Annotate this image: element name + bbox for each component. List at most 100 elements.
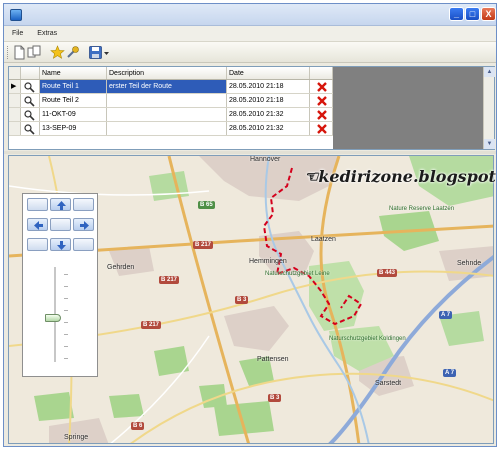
- place-label: Hannover: [250, 156, 281, 163]
- minimize-button[interactable]: _: [449, 7, 464, 21]
- row-date[interactable]: 28.05.2010 21:18: [227, 80, 310, 93]
- pan-right-button[interactable]: [73, 218, 94, 231]
- zoom-tick: [64, 346, 68, 347]
- road-label: B 65: [198, 201, 215, 209]
- map-nav-panel: [22, 193, 98, 377]
- row-description[interactable]: erster Teil der Route: [107, 80, 227, 93]
- road-label: B 217: [159, 276, 180, 284]
- arrow-up-icon: [57, 201, 66, 210]
- view-icon[interactable]: [21, 122, 40, 135]
- grid-scrollbar[interactable]: ▲ ▼: [483, 67, 495, 149]
- pan-down-button[interactable]: [50, 238, 71, 251]
- nav-corner-button[interactable]: [27, 198, 48, 211]
- watermark-logo-icon: ☜: [304, 167, 319, 186]
- place-label: Sarstedt: [375, 380, 402, 387]
- row-name[interactable]: Route Teil 2: [40, 94, 107, 107]
- header-marker: [9, 67, 21, 79]
- nav-corner-button[interactable]: [73, 198, 94, 211]
- table-row[interactable]: 11-OKT-09 28.05.2010 21:32: [9, 108, 333, 122]
- road-label: B 3: [235, 296, 249, 304]
- road-label: A 7: [443, 369, 457, 377]
- place-label: Sehnde: [457, 260, 482, 267]
- arrow-left-icon: [34, 221, 43, 230]
- nav-corner-button[interactable]: [27, 238, 48, 251]
- place-label: Naturschutzgebiet Leine: [265, 271, 330, 277]
- dropdown-arrow-icon[interactable]: [103, 45, 110, 60]
- table-row[interactable]: ▶ Route Teil 1 erster Teil der Route 28.…: [9, 80, 333, 94]
- row-name[interactable]: 11-OKT-09: [40, 108, 107, 121]
- save-icon[interactable]: [88, 45, 103, 60]
- header-icon: [21, 67, 40, 79]
- row-description[interactable]: [107, 108, 227, 121]
- header-date[interactable]: Date: [227, 67, 310, 79]
- grid-header: Name Description Date: [9, 67, 333, 80]
- place-label: Hemmingen: [249, 258, 287, 265]
- row-marker: [9, 108, 21, 121]
- road-label: B 443: [377, 269, 398, 277]
- road-label: B 217: [193, 241, 214, 249]
- place-label: Pattensen: [257, 356, 289, 363]
- app-window: _ □ X File Extras Name Description Date …: [3, 3, 497, 447]
- toolbar-grip[interactable]: [7, 46, 9, 59]
- zoom-tick: [64, 358, 68, 359]
- zoom-slider-thumb[interactable]: [45, 314, 61, 322]
- row-marker: [9, 122, 21, 135]
- road-label: B 3: [268, 394, 282, 402]
- row-date[interactable]: 28.05.2010 21:18: [227, 94, 310, 107]
- maximize-button[interactable]: □: [465, 7, 480, 21]
- row-name[interactable]: Route Teil 1: [40, 80, 107, 93]
- place-label: Nature Reserve Laatzen: [389, 206, 455, 212]
- star-icon[interactable]: [50, 45, 65, 60]
- pan-left-button[interactable]: [27, 218, 48, 231]
- zoom-tick: [64, 286, 68, 287]
- routes-grid-area: Name Description Date ▶ Route Teil 1 ers…: [8, 66, 495, 150]
- menu-extras[interactable]: Extras: [37, 30, 57, 37]
- table-row[interactable]: 13-SEP-09 28.05.2010 21:32: [9, 122, 333, 136]
- zoom-tick: [64, 334, 68, 335]
- arrow-down-icon: [57, 241, 66, 250]
- zoom-tick: [64, 322, 68, 323]
- place-label: Gehrden: [107, 264, 135, 271]
- row-description[interactable]: [107, 122, 227, 135]
- view-icon[interactable]: [21, 108, 40, 121]
- delete-icon[interactable]: [310, 122, 333, 135]
- delete-icon[interactable]: [310, 108, 333, 121]
- tools-icon[interactable]: [65, 45, 80, 60]
- watermark-text: ☜kedirizone.blogspot.com: [304, 167, 496, 186]
- menu-file[interactable]: File: [12, 30, 23, 37]
- place-label: Laatzen: [311, 236, 336, 243]
- header-name[interactable]: Name: [40, 67, 107, 79]
- header-description[interactable]: Description: [107, 67, 227, 79]
- view-icon[interactable]: [21, 94, 40, 107]
- splitter[interactable]: [4, 151, 496, 154]
- road-label: A 7: [439, 311, 453, 319]
- table-row[interactable]: Route Teil 2 28.05.2010 21:18: [9, 94, 333, 108]
- toolbar: [4, 42, 496, 63]
- nav-corner-button[interactable]: [73, 238, 94, 251]
- road-label: B 6: [131, 422, 145, 430]
- pan-up-button[interactable]: [50, 198, 71, 211]
- new-icon[interactable]: [12, 45, 27, 60]
- nav-center-button[interactable]: [50, 218, 71, 231]
- row-name[interactable]: 13-SEP-09: [40, 122, 107, 135]
- copy-icon[interactable]: [27, 45, 42, 60]
- scroll-down-icon[interactable]: ▼: [484, 139, 495, 149]
- scroll-up-icon[interactable]: ▲: [484, 67, 495, 77]
- zoom-tick: [64, 274, 68, 275]
- title-bar[interactable]: _ □ X: [4, 4, 496, 26]
- place-label: Naturschutzgebiet Koldingen: [329, 336, 406, 342]
- delete-icon[interactable]: [310, 80, 333, 93]
- zoom-tick: [64, 298, 68, 299]
- watermark-url: kedirizone.blogspot.com: [318, 167, 496, 186]
- row-marker: [9, 94, 21, 107]
- place-label: Springe: [64, 434, 89, 441]
- header-delete: [310, 67, 333, 79]
- zoom-tick: [64, 310, 68, 311]
- view-icon[interactable]: [21, 80, 40, 93]
- close-button[interactable]: X: [481, 7, 496, 21]
- delete-icon[interactable]: [310, 94, 333, 107]
- road-label: B 217: [141, 321, 162, 329]
- row-date[interactable]: 28.05.2010 21:32: [227, 108, 310, 121]
- row-description[interactable]: [107, 94, 227, 107]
- row-date[interactable]: 28.05.2010 21:32: [227, 122, 310, 135]
